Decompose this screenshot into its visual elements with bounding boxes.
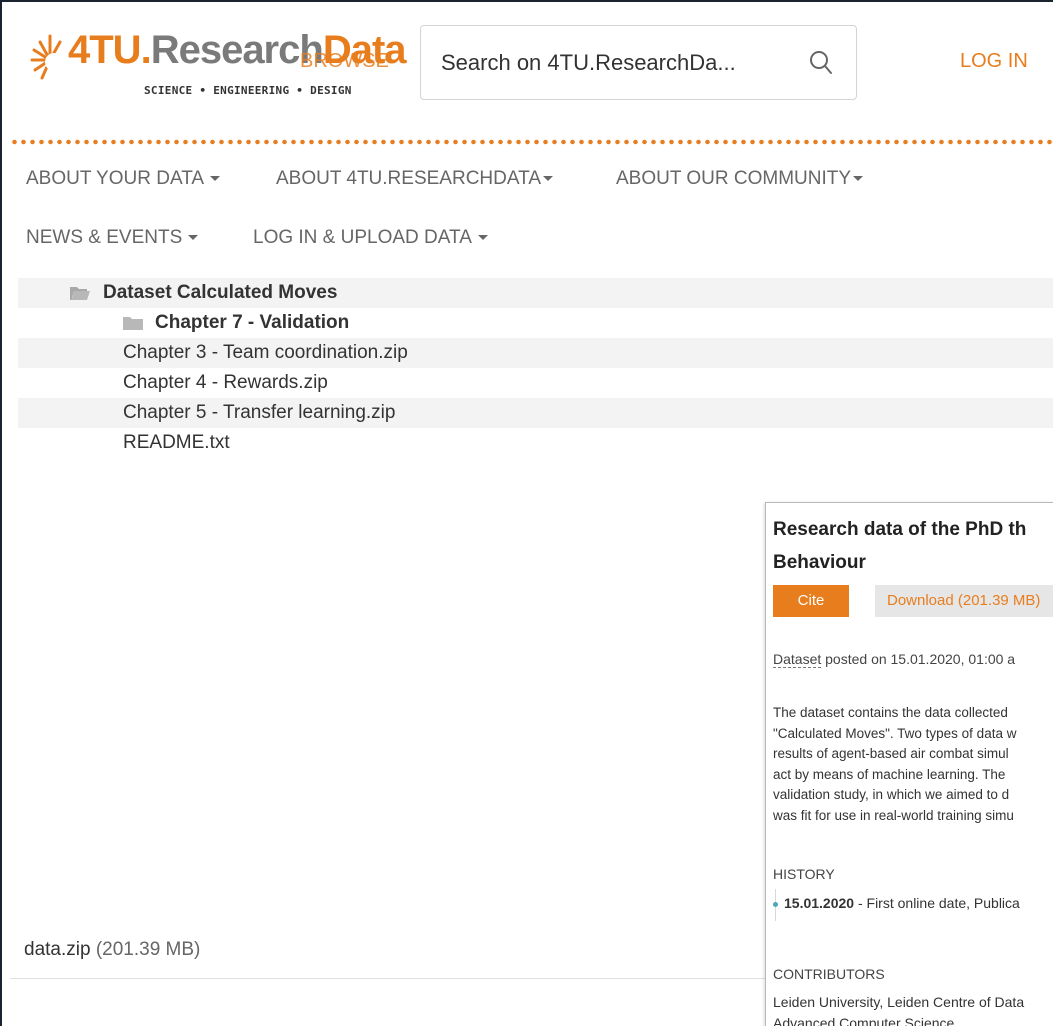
logo-tagline: SCIENCE • ENGINEERING • DESIGN [144,84,352,97]
file-tree: Dataset Calculated Moves Chapter 7 - Val… [18,278,1053,458]
nav-label: NEWS & EVENTS [26,227,183,248]
dotted-divider [10,139,1053,145]
folder-icon [123,317,143,330]
caret-down-icon [188,235,199,241]
dataset-detail-panel: Research data of the PhD th Behaviour Ci… [765,502,1053,1026]
tree-file-label: README.txt [123,432,230,453]
download-button[interactable]: Download (201.39 MB) [875,585,1053,617]
nav-about-community[interactable]: ABOUT OUR COMMUNITY [616,168,864,190]
login-link[interactable]: LOG IN [960,50,1028,73]
nav-label: ABOUT OUR COMMUNITY [616,168,852,189]
description-line: validation study, in which we aimed to d [773,787,1010,802]
dataset-title-line: Behaviour [773,552,866,573]
dataset-type-link[interactable]: Dataset [773,651,822,668]
caret-down-icon [210,176,221,182]
tree-folder-label: Chapter 7 - Validation [155,312,350,333]
dataset-description: The dataset contains the data collected … [773,703,1053,826]
description-line: results of agent-based air combat simul [773,746,1009,761]
timeline-dot-icon [773,901,778,907]
history-text: - First online date, Publica [854,895,1020,911]
tree-file[interactable]: Chapter 3 - Team coordination.zip [18,338,1053,368]
logo-brand: 4TU. [68,28,152,72]
logo-research: Research [150,28,324,72]
tree-folder-root[interactable]: Dataset Calculated Moves [18,278,1053,308]
contributor-line: Leiden University, Leiden Centre of Data [773,994,1025,1010]
tree-file-label: Chapter 4 - Rewards.zip [123,372,328,393]
folder-open-icon [70,287,90,300]
caret-down-icon [477,235,488,241]
nav-news-events[interactable]: NEWS & EVENTS [26,227,199,249]
cite-button[interactable]: Cite [773,585,849,617]
history-date: 15.01.2020 [784,895,855,911]
tree-file[interactable]: Chapter 4 - Rewards.zip [18,368,1053,398]
contributor-line: Advanced Computer Science [773,1015,955,1026]
nav-about-4tu[interactable]: ABOUT 4TU.RESEARCHDATA [276,168,553,190]
description-line: The dataset contains the data collected [773,705,1008,720]
history-heading: HISTORY [773,866,835,882]
posted-text: posted on 15.01.2020, 01:00 a [821,651,1016,667]
archive-info: data.zip (201.39 MB) [24,939,200,961]
tree-file[interactable]: Chapter 5 - Transfer learning.zip [18,398,1053,428]
description-line: was fit for use in real-world training s… [773,807,1014,823]
page: 4TU.ResearchData SCIENCE • ENGINEERING •… [0,0,1053,1026]
tree-file-label: Chapter 5 - Transfer learning.zip [123,402,396,423]
dataset-title-line: Research data of the PhD th [773,519,1027,540]
nav-label: ABOUT 4TU.RESEARCHDATA [276,168,541,189]
history-item: 15.01.2020 - First online date, Publica [773,895,1020,911]
nav-login-upload[interactable]: LOG IN & UPLOAD DATA [253,227,488,249]
dataset-title: Research data of the PhD th Behaviour [773,513,1053,579]
nav-about-your-data[interactable]: ABOUT YOUR DATA [26,168,221,190]
tree-folder-label: Dataset Calculated Moves [103,282,338,303]
posted-info: Dataset posted on 15.01.2020, 01:00 a [773,651,1016,668]
nav-label: LOG IN & UPLOAD DATA [253,227,472,248]
search-icon[interactable] [809,50,833,76]
archive-size: (201.39 MB) [95,939,201,960]
nav-label: ABOUT YOUR DATA [26,168,205,189]
tree-file-label: Chapter 3 - Team coordination.zip [123,342,408,363]
tree-folder-sub[interactable]: Chapter 7 - Validation [18,308,1053,338]
tree-file[interactable]: README.txt [18,428,1053,458]
archive-name: data.zip [24,939,91,960]
caret-down-icon [853,176,864,182]
search-input[interactable] [441,46,791,80]
sun-rays-icon [30,34,63,80]
description-line: "Calculated Moves". Two types of data w [773,725,1017,741]
description-line: act by means of machine learning. The [773,766,1006,782]
divider [10,978,770,979]
contributors-heading: CONTRIBUTORS [773,966,885,982]
browse-link[interactable]: BROWSE [300,50,389,73]
search-box[interactable] [420,25,857,100]
caret-down-icon [543,176,553,182]
